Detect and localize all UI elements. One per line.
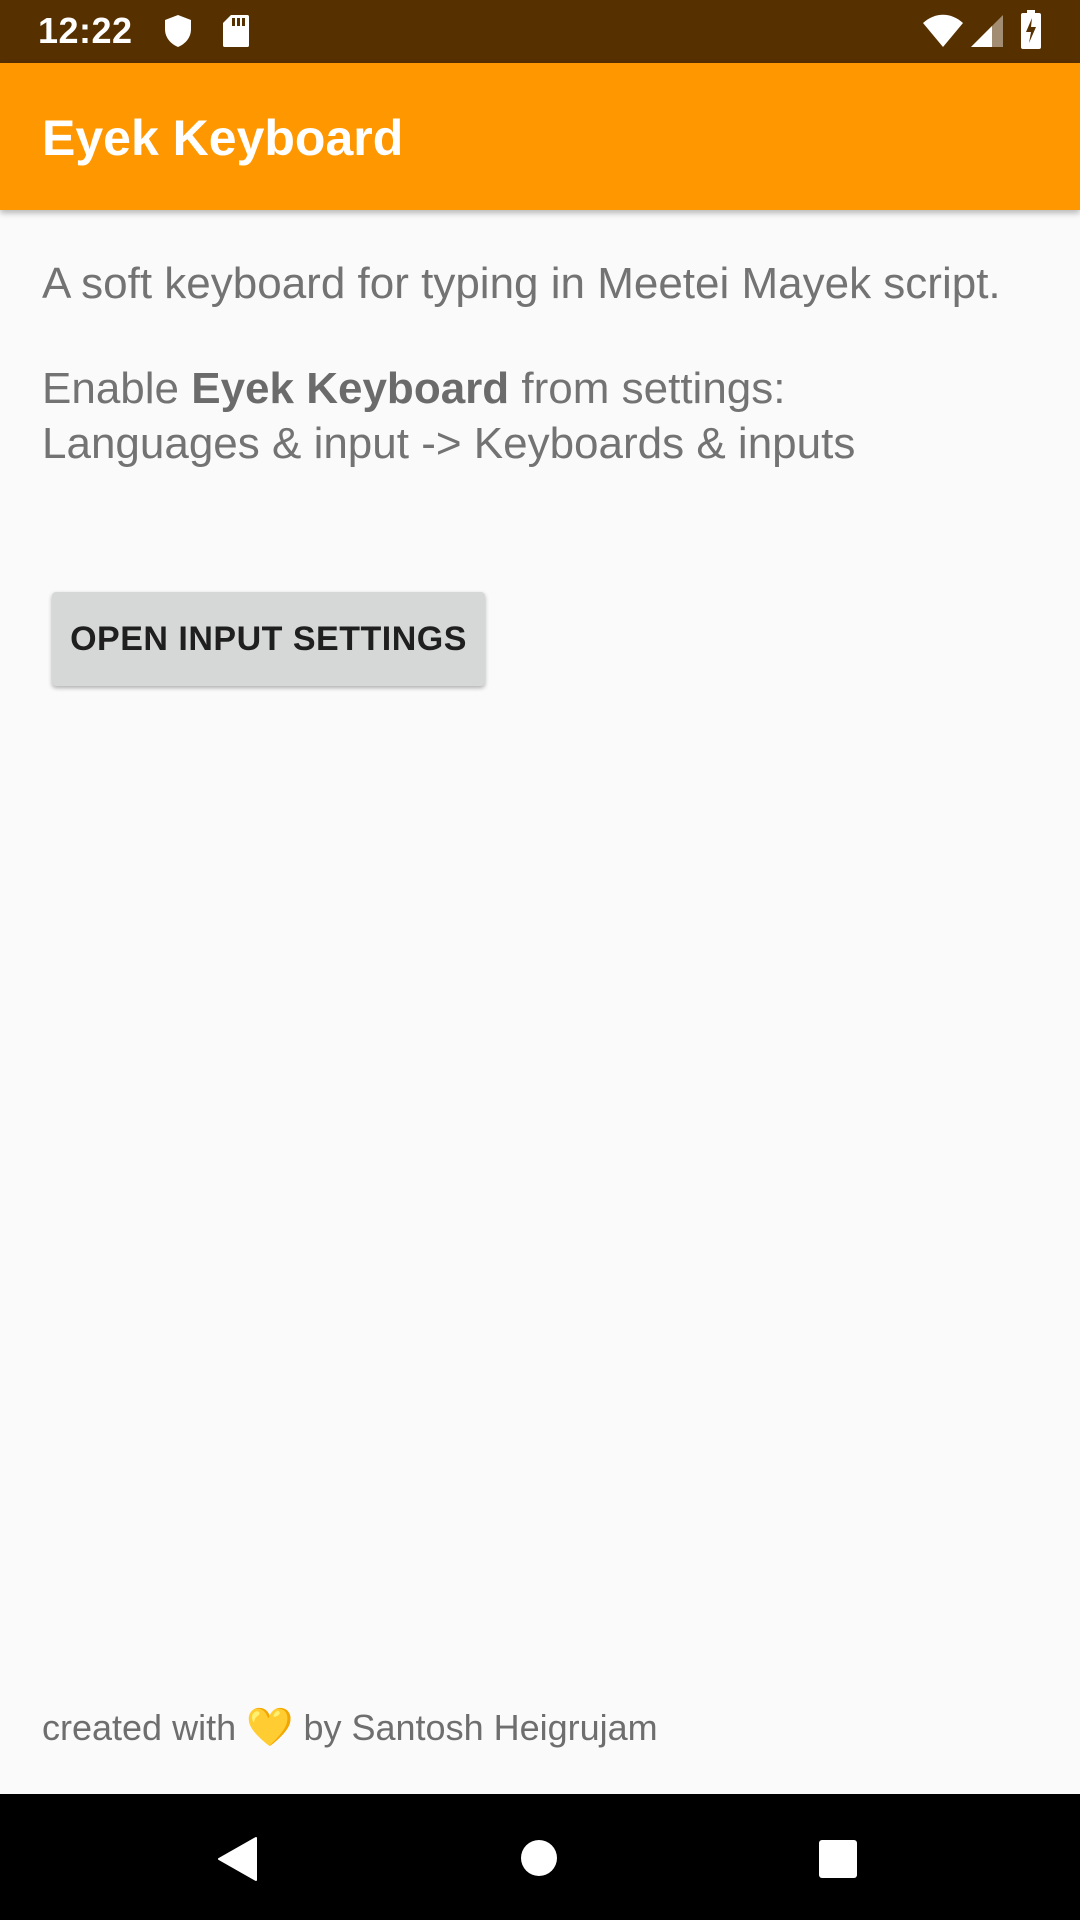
sd-card-icon [223,15,249,47]
enable-suffix: from settings: [509,364,786,413]
footer-suffix: by Santosh Heigrujam [303,1707,658,1748]
shield-icon [165,15,191,47]
enable-app-name: Eyek Keyboard [191,364,510,413]
wifi-icon [923,14,963,47]
recents-icon[interactable] [818,1839,858,1879]
heart-icon: 💛 [246,1707,294,1749]
enable-prefix: Enable [42,364,192,413]
signal-icon [971,15,1003,47]
settings-path: Languages & input -> Keyboards & inputs [42,419,856,468]
status-time: 12:22 [38,10,133,51]
footer-prefix: created with [42,1707,237,1748]
status-bar: 12:22 [0,0,1080,63]
app-title: Eyek Keyboard [42,110,404,166]
home-icon[interactable] [520,1839,558,1877]
main-content: A soft keyboard for typing in Meetei May… [42,256,1032,471]
open-input-settings-button[interactable]: OPEN INPUT SETTINGS [52,592,485,686]
app-description: A soft keyboard for typing in Meetei May… [42,259,1001,308]
battery-icon [1021,10,1041,49]
footer-credit: created with 💛 by Santosh Heigrujam [42,1702,658,1754]
navigation-bar [0,1794,1080,1920]
enable-instructions: Enable Eyek Keyboard from settings: Lang… [42,361,1032,471]
app-bar: Eyek Keyboard [0,63,1080,210]
back-icon[interactable] [216,1836,258,1882]
